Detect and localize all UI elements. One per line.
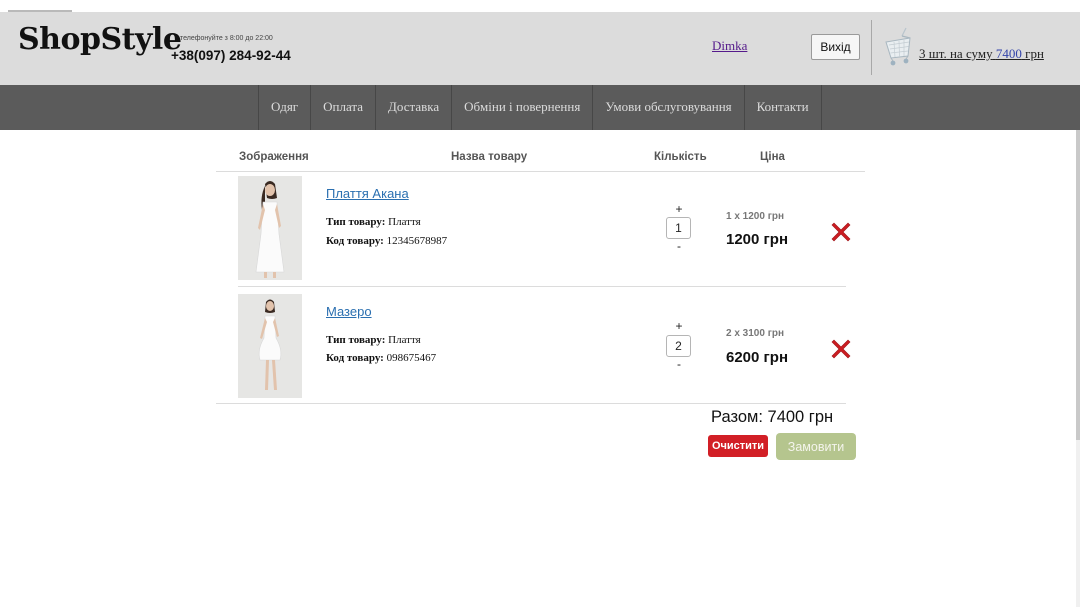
nav-item-contacts[interactable]: Контакти — [743, 85, 822, 130]
nav-item-terms[interactable]: Умови обслуговування — [592, 85, 743, 130]
scrollbar-thumb[interactable] — [1076, 130, 1080, 440]
product-type: Тип товару: Плаття — [326, 216, 421, 228]
product-image-akana[interactable] — [238, 176, 302, 280]
column-header-image: Зображення — [239, 151, 309, 163]
cart-sum-value: 7400 — [995, 46, 1022, 61]
nav-item-payment[interactable]: Оплата — [310, 85, 375, 130]
row-divider — [238, 286, 846, 287]
product-code-label: Код товару: — [326, 235, 384, 247]
site-logo[interactable]: ShopStyle — [18, 22, 182, 57]
cart-currency: грн — [1025, 46, 1044, 61]
cart-count: 3 шт. — [919, 46, 947, 61]
quantity-increase-button[interactable]: + — [669, 319, 689, 333]
column-header-quantity: Кількість — [654, 151, 707, 163]
product-type-label: Тип товару: — [326, 334, 386, 346]
logout-button[interactable]: Вихід — [811, 34, 860, 60]
clear-cart-button[interactable]: Очистити — [708, 435, 768, 457]
product-code-value: 098675467 — [386, 352, 437, 364]
main-navigation: Одяг Оплата Доставка Обміни і повернення… — [0, 85, 1080, 130]
product-type-value: Плаття — [388, 216, 421, 228]
table-bottom-divider — [216, 403, 846, 404]
nav-item-delivery[interactable]: Доставка — [375, 85, 451, 130]
table-header-divider — [216, 171, 865, 172]
product-name-link[interactable]: Мазеро — [326, 304, 372, 319]
cart-sum-prefix: на суму — [949, 46, 993, 61]
line-total: 6200 грн — [726, 349, 789, 366]
quantity-increase-button[interactable]: + — [669, 202, 689, 216]
quantity-input[interactable] — [666, 217, 691, 239]
product-image-mazero[interactable] — [238, 294, 302, 398]
unit-price: 1 x 1200 грн — [726, 211, 785, 222]
product-code-value: 12345678987 — [386, 235, 448, 247]
quantity-decrease-button[interactable]: - — [669, 357, 689, 371]
page-scrollbar[interactable] — [1076, 130, 1080, 607]
delete-x-icon[interactable] — [829, 220, 853, 244]
product-type-label: Тип товару: — [326, 216, 386, 228]
phone-number: +38(097) 284-92-44 — [171, 48, 291, 63]
quantity-decrease-button[interactable]: - — [669, 239, 689, 253]
product-code: Код товару: 098675467 — [326, 352, 436, 364]
product-code: Код товару: 12345678987 — [326, 235, 447, 247]
unit-price: 2 x 3100 грн — [726, 328, 785, 339]
header-divider — [871, 20, 872, 75]
cart-summary-link[interactable]: 3 шт. на суму 7400 грн — [919, 46, 1044, 62]
product-type: Тип товару: Плаття — [326, 334, 421, 346]
header-accent-line — [8, 10, 72, 12]
line-total: 1200 грн — [726, 231, 789, 248]
delete-x-icon[interactable] — [829, 337, 853, 361]
column-header-price: Ціна — [760, 151, 785, 163]
working-hours: телефонуйте з 8:00 до 22:00 — [180, 35, 273, 42]
cart-grand-total: Разом: 7400 грн — [711, 408, 834, 426]
product-type-value: Плаття — [388, 334, 421, 346]
product-code-label: Код товару: — [326, 352, 384, 364]
quantity-input[interactable] — [666, 335, 691, 357]
place-order-button[interactable]: Замовити — [776, 433, 856, 460]
nav-item-returns[interactable]: Обміни і повернення — [451, 85, 592, 130]
product-name-link[interactable]: Плаття Акана — [326, 186, 409, 201]
shopping-cart-icon[interactable] — [883, 26, 915, 70]
nav-menu: Одяг Оплата Доставка Обміни і повернення… — [258, 85, 822, 130]
user-profile-link[interactable]: Dimka — [712, 38, 747, 54]
nav-item-clothing[interactable]: Одяг — [258, 85, 310, 130]
column-header-name: Назва товару — [451, 151, 528, 163]
